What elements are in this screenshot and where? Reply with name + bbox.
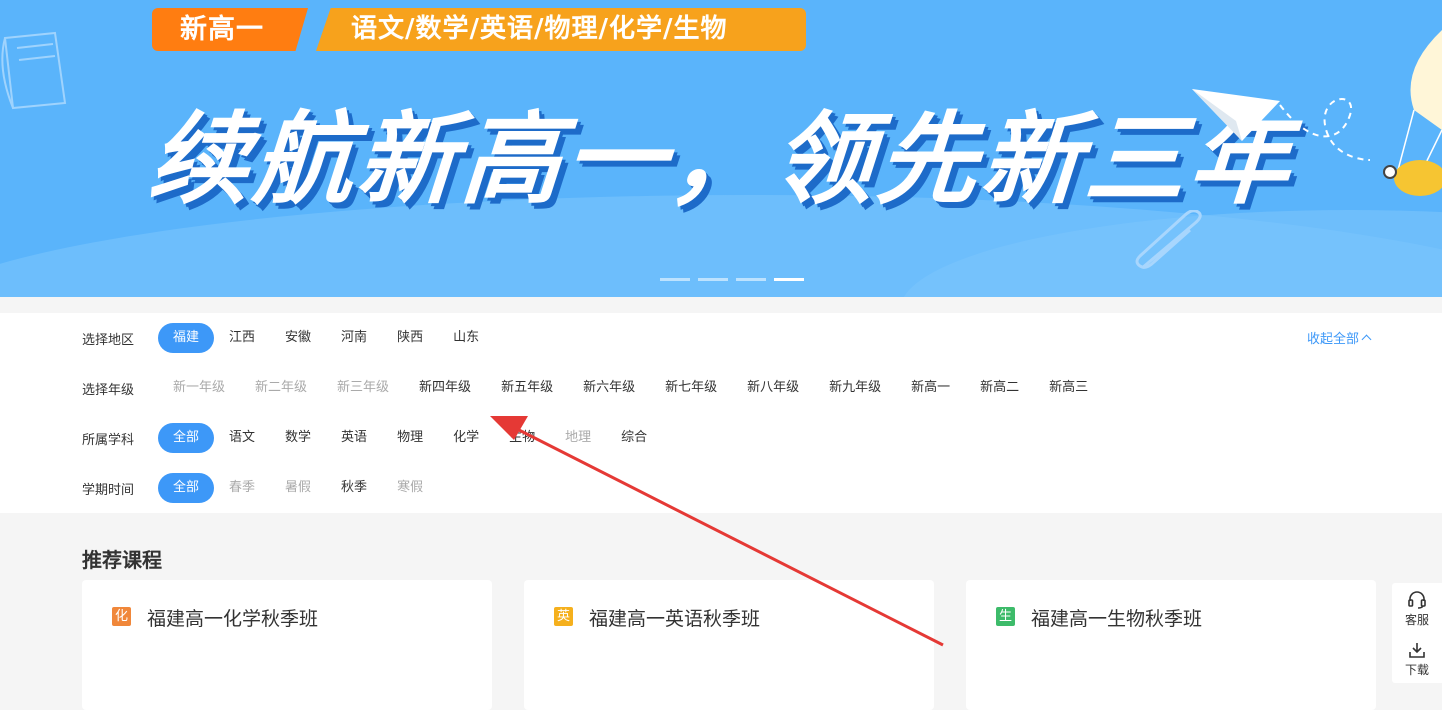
grade-option[interactable]: 新一年级 [158, 373, 240, 403]
balloon-icon [1383, 30, 1442, 196]
region-option-henan[interactable]: 河南 [326, 323, 382, 353]
paper-plane-icon [1192, 89, 1370, 161]
filter-label: 选择地区 [82, 332, 135, 348]
subject-option[interactable]: 生物 [494, 423, 550, 453]
subject-option[interactable]: 英语 [326, 423, 382, 453]
term-option-all[interactable]: 全部 [158, 473, 215, 503]
region-option-shandong[interactable]: 山东 [438, 323, 494, 353]
grade-option[interactable]: 新高二 [965, 373, 1034, 403]
grade-option[interactable]: 新二年级 [240, 373, 322, 403]
filter-label: 学期时间 [82, 482, 135, 498]
carousel-dot[interactable] [660, 278, 690, 281]
collapse-all-button[interactable]: 收起全部 [1307, 328, 1372, 347]
grade-option[interactable]: 新高一 [896, 373, 965, 403]
side-toolbar: 客服 下载 [1392, 583, 1442, 683]
region-option-anhui[interactable]: 安徽 [270, 323, 326, 353]
subject-option[interactable]: 语文 [214, 423, 270, 453]
course-title[interactable]: 福建高一化学秋季班 [147, 604, 318, 631]
filter-row-grade: 选择年级 新一年级 新二年级 新三年级 新四年级 新五年级 新六年级 新七年级 … [82, 373, 1103, 403]
course-card[interactable]: 生 福建高一生物秋季班 [966, 580, 1376, 710]
chevron-up-icon [1361, 334, 1372, 345]
hero-banner[interactable]: 新高一 语文/数学/英语/物理/化学/生物 续航新高一，领先新三年 [0, 0, 1442, 297]
grade-option[interactable]: 新九年级 [814, 373, 896, 403]
carousel-dot[interactable] [698, 278, 728, 281]
headset-icon [1408, 591, 1426, 609]
subject-option-all[interactable]: 全部 [158, 423, 215, 453]
region-option-shaanxi[interactable]: 陕西 [382, 323, 438, 353]
grade-option[interactable]: 新三年级 [322, 373, 404, 403]
subject-option[interactable]: 物理 [382, 423, 438, 453]
filter-label: 选择年级 [82, 382, 135, 398]
subject-option[interactable]: 综合 [606, 423, 662, 453]
filter-panel: 选择地区 福建 江西 安徽 河南 陕西 山东 收起全部 选择年级 新一年级 新二… [0, 313, 1442, 513]
region-option-jiangxi[interactable]: 江西 [214, 323, 270, 353]
grade-option[interactable]: 新六年级 [568, 373, 650, 403]
grade-option[interactable]: 新八年级 [732, 373, 814, 403]
course-title[interactable]: 福建高一英语秋季班 [589, 604, 760, 631]
carousel-dot[interactable] [736, 278, 766, 281]
term-option[interactable]: 暑假 [270, 473, 326, 503]
download-label: 下载 [1404, 663, 1429, 677]
section-title: 推荐课程 [82, 548, 162, 572]
notebook-icon [1, 31, 67, 110]
subject-option[interactable]: 数学 [270, 423, 326, 453]
course-card[interactable]: 英 福建高一英语秋季班 [524, 580, 934, 710]
course-title[interactable]: 福建高一生物秋季班 [1031, 604, 1202, 631]
subject-option[interactable]: 化学 [438, 423, 494, 453]
download-button[interactable]: 下载 [1392, 641, 1442, 678]
subject-badge: 化 [112, 607, 131, 626]
download-icon [1409, 643, 1425, 658]
filter-row-region: 选择地区 福建 江西 安徽 河南 陕西 山东 [82, 323, 494, 353]
filter-row-term: 学期时间 全部 春季 暑假 秋季 寒假 [82, 473, 438, 503]
customer-service-label: 客服 [1404, 613, 1429, 627]
grade-option[interactable]: 新高三 [1034, 373, 1103, 403]
carousel-dot-active[interactable] [774, 278, 804, 281]
term-option[interactable]: 秋季 [326, 473, 382, 503]
customer-service-button[interactable]: 客服 [1392, 591, 1442, 628]
subject-badge: 英 [554, 607, 573, 626]
term-option[interactable]: 春季 [214, 473, 270, 503]
subject-option[interactable]: 地理 [550, 423, 606, 453]
collapse-all-label: 收起全部 [1307, 332, 1360, 347]
grade-tag: 新高一 [152, 8, 308, 51]
grade-option[interactable]: 新四年级 [404, 373, 486, 403]
grade-option[interactable]: 新七年级 [650, 373, 732, 403]
region-option-fujian[interactable]: 福建 [158, 323, 215, 353]
grade-option[interactable]: 新五年级 [486, 373, 568, 403]
term-option[interactable]: 寒假 [382, 473, 438, 503]
banner-slogan: 续航新高一，领先新三年 [145, 101, 1298, 218]
subjects-tag: 语文/数学/英语/物理/化学/生物 [316, 8, 806, 51]
carousel-indicators [660, 278, 804, 281]
course-card[interactable]: 化 福建高一化学秋季班 [82, 580, 492, 710]
filter-label: 所属学科 [82, 432, 135, 448]
paperclip-icon [1135, 210, 1202, 270]
subject-badge: 生 [996, 607, 1015, 626]
filter-row-subject: 所属学科 全部 语文 数学 英语 物理 化学 生物 地理 综合 [82, 423, 662, 453]
